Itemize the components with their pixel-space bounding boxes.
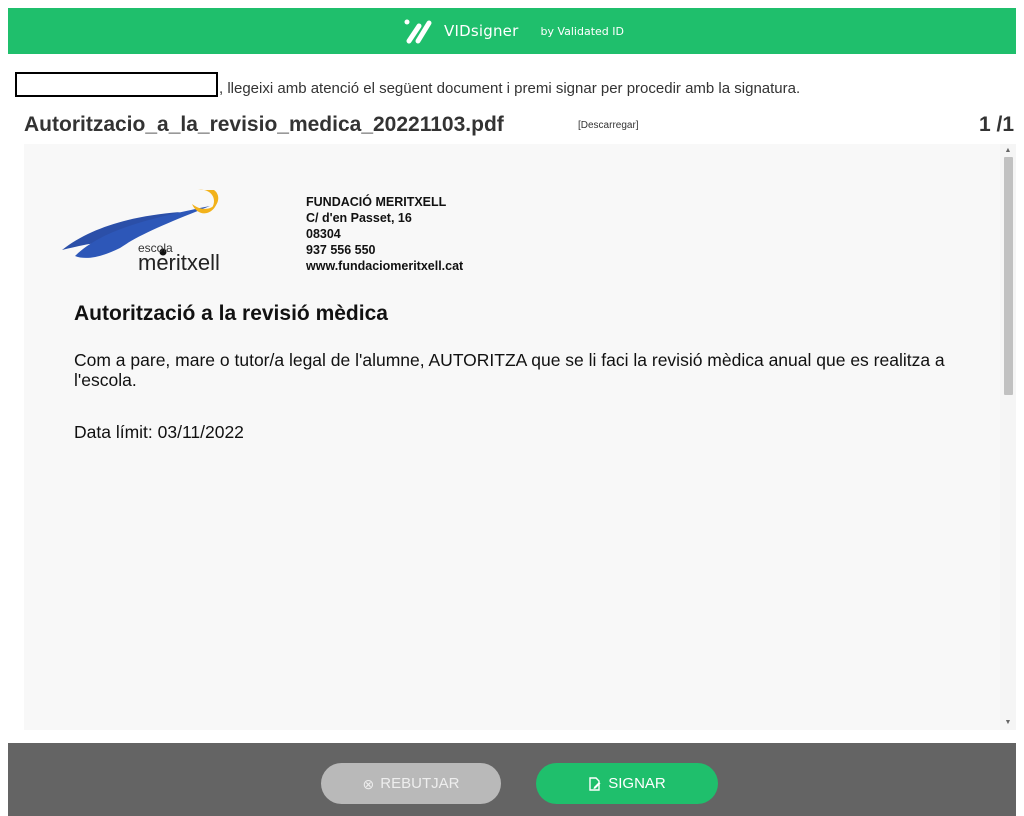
document-viewer[interactable]: escola meritxell FUNDACIÓ MERITXELL C/ d…: [24, 144, 1016, 730]
org-address: C/ d'en Passet, 16: [306, 211, 412, 225]
document-heading: Autorització a la revisió mèdica: [74, 302, 388, 325]
brand-name: VIDsigner: [444, 22, 519, 40]
redacted-recipient-name: [15, 72, 218, 97]
scroll-up-arrow-icon[interactable]: ▲: [1000, 144, 1016, 158]
org-name: FUNDACIÓ MERITXELL: [306, 195, 447, 209]
logo-meritxell-text: meritxell: [138, 250, 220, 275]
scroll-down-arrow-icon[interactable]: ▼: [1000, 716, 1016, 730]
download-link[interactable]: [Descarregar]: [578, 120, 639, 131]
document-page: escola meritxell FUNDACIÓ MERITXELL C/ d…: [24, 144, 1000, 730]
sign-button[interactable]: SIGNAR: [536, 763, 718, 804]
reject-button[interactable]: ⊗ REBUTJAR: [321, 763, 501, 804]
escola-meritxell-logo: escola meritxell: [62, 189, 220, 275]
vidsigner-logo-icon: [404, 19, 432, 44]
instruction-text: , llegeixi amb atenció el següent docume…: [219, 80, 801, 97]
deadline-text: Data límit: 03/11/2022: [74, 422, 244, 442]
brand: VIDsigner by Validated ID: [400, 17, 624, 45]
org-postcode: 08304: [306, 227, 341, 241]
sign-button-label: SIGNAR: [608, 775, 666, 792]
sign-document-icon: [589, 776, 601, 791]
document-body: Com a pare, mare o tutor/a legal de l'al…: [74, 350, 945, 390]
brand-by: by Validated ID: [540, 24, 624, 38]
organization-info: FUNDACIÓ MERITXELL C/ d'en Passet, 16 08…: [306, 194, 463, 274]
vertical-scrollbar[interactable]: ▲ ▼: [1000, 144, 1016, 730]
top-bar: VIDsigner by Validated ID: [8, 8, 1016, 54]
page-indicator: 1 /1: [978, 113, 1014, 136]
scroll-thumb[interactable]: [1004, 157, 1013, 395]
action-footer: ⊗ REBUTJAR SIGNAR: [8, 743, 1016, 816]
reject-button-label: REBUTJAR: [380, 775, 460, 792]
org-phone: 937 556 550: [306, 243, 376, 257]
circle-x-icon: ⊗: [362, 775, 375, 792]
document-filename: Autoritzacio_a_la_revisio_medica_2022110…: [24, 113, 504, 136]
org-website: www.fundaciomeritxell.cat: [306, 259, 464, 273]
